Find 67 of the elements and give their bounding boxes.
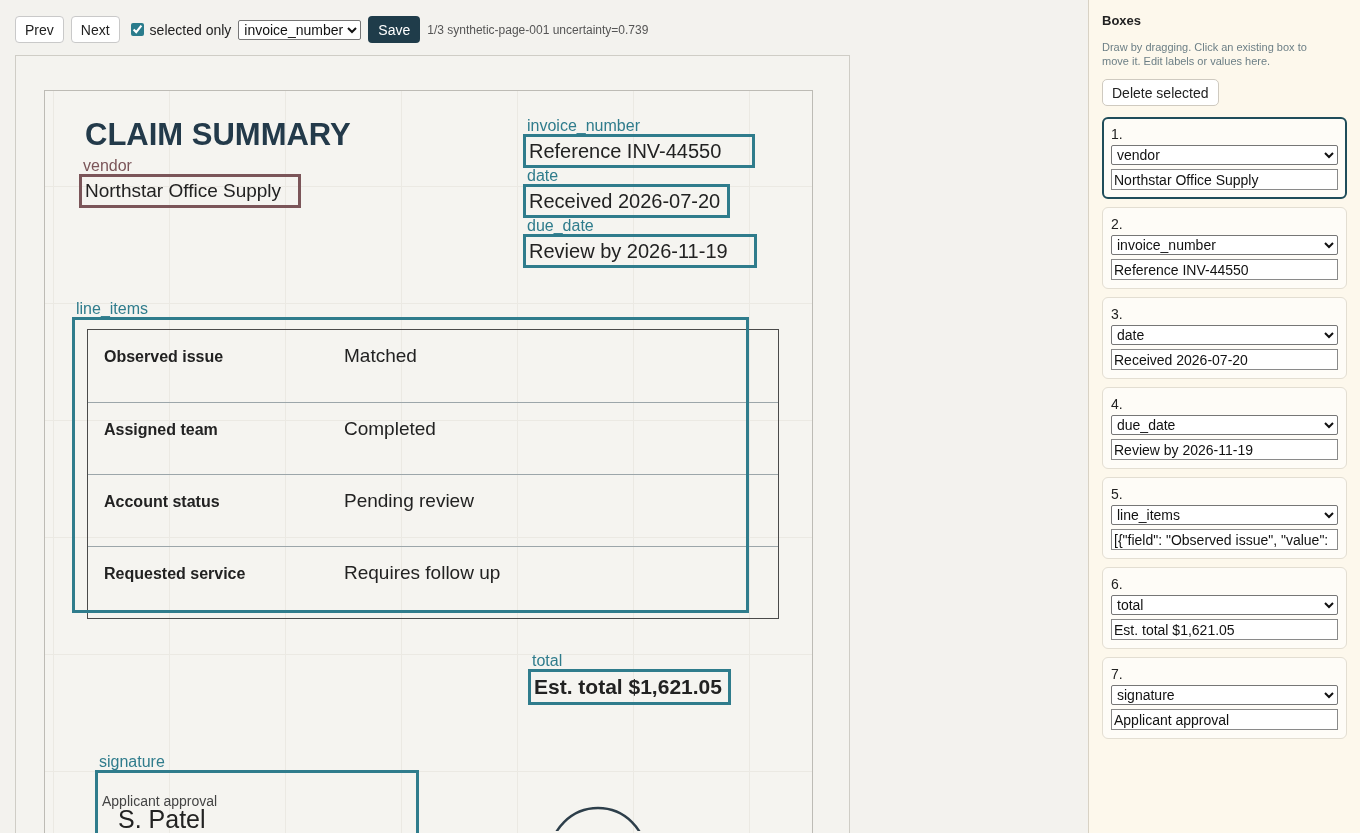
field-select[interactable]: line_items xyxy=(1111,505,1338,525)
sidebar-hint: Draw by dragging. Click an existing box to move it. Edit labels or values here. xyxy=(1102,40,1308,68)
total-text: Est. total $1,621.05 xyxy=(534,675,722,699)
annotation-card[interactable]: 5. line_items [{"field": "Observed issue", "value": xyxy=(1102,477,1347,559)
prev-button[interactable]: Prev xyxy=(15,16,64,43)
field-value: Matched xyxy=(344,345,417,367)
value-input[interactable]: Northstar Office Supply xyxy=(1111,169,1338,190)
annotation-box[interactable]: Received 2026-07-20 xyxy=(523,184,731,218)
value-input[interactable]: Applicant approval xyxy=(1111,709,1338,730)
sidebar-title: Boxes xyxy=(1102,13,1142,29)
next-button[interactable]: Next xyxy=(70,16,120,43)
annotation-label: date xyxy=(526,168,559,184)
vendor-text: Northstar Office Supply xyxy=(85,180,282,202)
annotation-box[interactable]: Review by 2026-11-19 xyxy=(523,234,757,268)
field-select[interactable]: invoice_number xyxy=(238,19,362,40)
field-label: Assigned team xyxy=(104,420,218,440)
field-label: Requested service xyxy=(104,564,246,584)
card-number: 6. xyxy=(1111,576,1123,592)
value-input[interactable]: Review by 2026-11-19 xyxy=(1111,439,1338,460)
field-value: Requires follow up xyxy=(344,562,501,584)
selected-only-label: selected only xyxy=(149,21,232,38)
value-input[interactable]: [{"field": "Observed issue", "value": xyxy=(1111,529,1338,550)
value-input[interactable]: Est. total $1,621.05 xyxy=(1111,619,1338,640)
field-value: Completed xyxy=(344,418,436,440)
field-select[interactable]: date xyxy=(1111,325,1338,345)
card-number: 5. xyxy=(1111,486,1123,502)
field-select[interactable]: signature xyxy=(1111,685,1338,705)
annotation-label: signature xyxy=(98,754,165,770)
annotation-label: invoice_number xyxy=(526,118,640,134)
status-text: 1/3 synthetic-page-001 uncertainty=0.739 xyxy=(427,22,649,37)
field-select[interactable]: invoice_number xyxy=(1111,235,1338,255)
annotation-label: total xyxy=(531,653,563,669)
annotation-card[interactable]: 4. due_date Review by 2026-11-19 xyxy=(1102,387,1347,469)
field-select[interactable]: total xyxy=(1111,595,1338,615)
annotation-box[interactable]: Northstar Office Supply xyxy=(79,174,302,208)
delete-selected-button[interactable]: Delete selected xyxy=(1102,79,1219,106)
annotation-card[interactable]: 1. vendor Northstar Office Supply xyxy=(1102,117,1347,199)
field-label: Account status xyxy=(104,492,220,512)
field-select[interactable]: vendor xyxy=(1111,145,1338,165)
annotation-label: line_items xyxy=(75,301,149,317)
value-input[interactable]: Reference INV-44550 xyxy=(1111,259,1338,280)
field-value: Pending review xyxy=(344,490,474,512)
detail-text: Review by 2026-11-19 xyxy=(529,240,728,262)
detail-text: Received 2026-07-20 xyxy=(529,190,721,212)
document-title: CLAIM SUMMARY xyxy=(85,117,351,153)
annotation-card[interactable]: 2. invoice_number Reference INV-44550 xyxy=(1102,207,1347,289)
save-button[interactable]: Save xyxy=(368,16,421,43)
value-input[interactable]: Received 2026-07-20 xyxy=(1111,349,1338,370)
annotation-label: vendor xyxy=(82,158,132,174)
card-number: 3. xyxy=(1111,306,1123,322)
field-label: Observed issue xyxy=(104,347,224,367)
detail-text: Reference INV-44550 xyxy=(529,140,722,162)
annotation-box[interactable]: Est. total $1,621.05 xyxy=(528,669,731,705)
selected-only-checkbox[interactable] xyxy=(130,23,144,36)
card-number: 7. xyxy=(1111,666,1123,682)
annotation-card[interactable]: 3. date Received 2026-07-20 xyxy=(1102,297,1347,379)
annotation-box[interactable] xyxy=(95,770,419,833)
annotation-card[interactable]: 6. total Est. total $1,621.05 xyxy=(1102,567,1347,649)
card-number: 2. xyxy=(1111,216,1123,232)
signature-name: S. Patel xyxy=(118,808,206,831)
annotation-card[interactable]: 7. signature Applicant approval xyxy=(1102,657,1347,739)
annotation-label: due_date xyxy=(526,218,594,234)
signature-label: Applicant approval xyxy=(102,794,218,808)
field-select[interactable]: due_date xyxy=(1111,415,1338,435)
annotation-box[interactable]: Reference INV-44550 xyxy=(523,134,756,168)
card-number: 4. xyxy=(1111,396,1123,412)
card-number: 1. xyxy=(1111,126,1123,142)
